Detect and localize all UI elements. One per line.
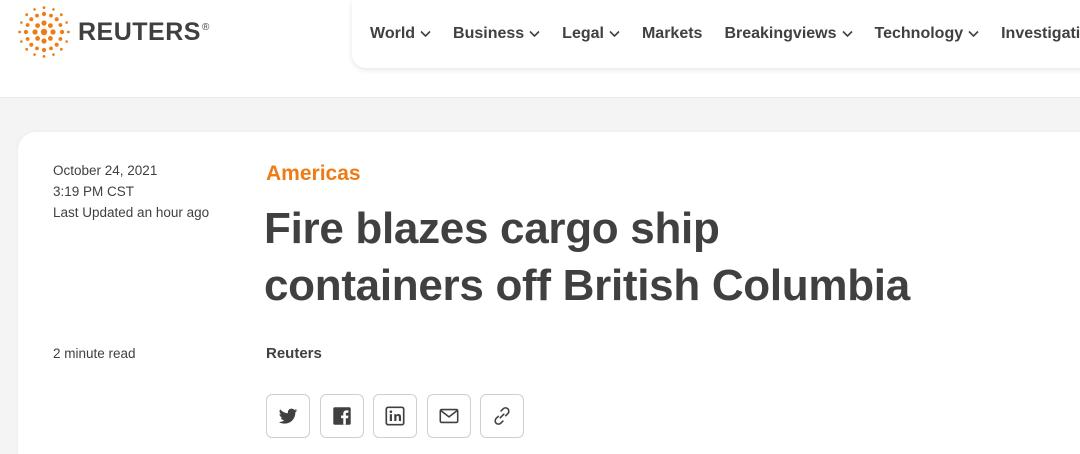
chevron-down-icon [529,30,540,38]
nav-item-label: World [370,25,416,42]
reuters-logo-mark-icon [18,6,70,58]
share-twitter-button[interactable] [266,394,310,438]
chevron-down-icon [968,30,979,38]
nav-item-label: Breakingviews [724,25,837,42]
share-facebook-button[interactable] [319,394,364,438]
nav-item-technology[interactable]: Technology [875,25,980,43]
headline-line: containers off British Columbia [264,261,910,310]
article-card: October 24, 2021 3:19 PM CST Last Update… [18,132,1080,454]
site-header: REUTERS® World Business Legal Markets Br… [0,0,1080,98]
chevron-down-icon [609,30,620,38]
article-meta: October 24, 2021 3:19 PM CST Last Update… [53,160,209,223]
share-email-button[interactable] [426,394,471,438]
nav-item-label: Legal [562,25,604,42]
article-time: 3:19 PM CST [53,184,135,199]
chevron-down-icon [420,30,431,38]
nav-item-label: Technology [874,25,964,42]
nav-item-business[interactable]: Business [453,25,540,43]
nav-item-breakingviews[interactable]: Breakingviews [724,25,853,43]
linkedin-icon [385,406,405,426]
article-headline: Fire blazes cargo ship containers off Br… [264,200,1044,314]
email-icon [439,408,458,424]
nav-item-label: Business [453,25,525,42]
headline-line: Fire blazes cargo ship [264,204,720,253]
article-updated: Last Updated an hour ago [53,205,210,220]
link-icon [494,407,510,425]
share-linkedin-button[interactable] [373,394,417,438]
nav-item-world[interactable]: World [370,25,431,43]
twitter-icon [278,408,298,424]
byline[interactable]: Reuters [266,345,322,362]
nav-item-legal[interactable]: Legal [562,25,620,43]
nav-item-label: Investigations [1001,25,1080,42]
read-time: 2 minute read [53,346,136,361]
section-link[interactable]: Americas [266,162,361,186]
main-nav: World Business Legal Markets Breakingvie… [352,0,1080,68]
share-link-button[interactable] [480,394,524,438]
chevron-down-icon [841,30,853,38]
article-date: October 24, 2021 [53,163,158,178]
reuters-wordmark: REUTERS® [78,17,210,46]
reuters-logo[interactable]: REUTERS® [18,6,210,58]
nav-item-investigations[interactable]: Investigations [1001,25,1080,43]
nav-item-label: Markets [641,25,703,42]
facebook-icon [332,407,351,425]
share-bar [266,394,534,438]
nav-item-markets[interactable]: Markets [642,25,702,43]
